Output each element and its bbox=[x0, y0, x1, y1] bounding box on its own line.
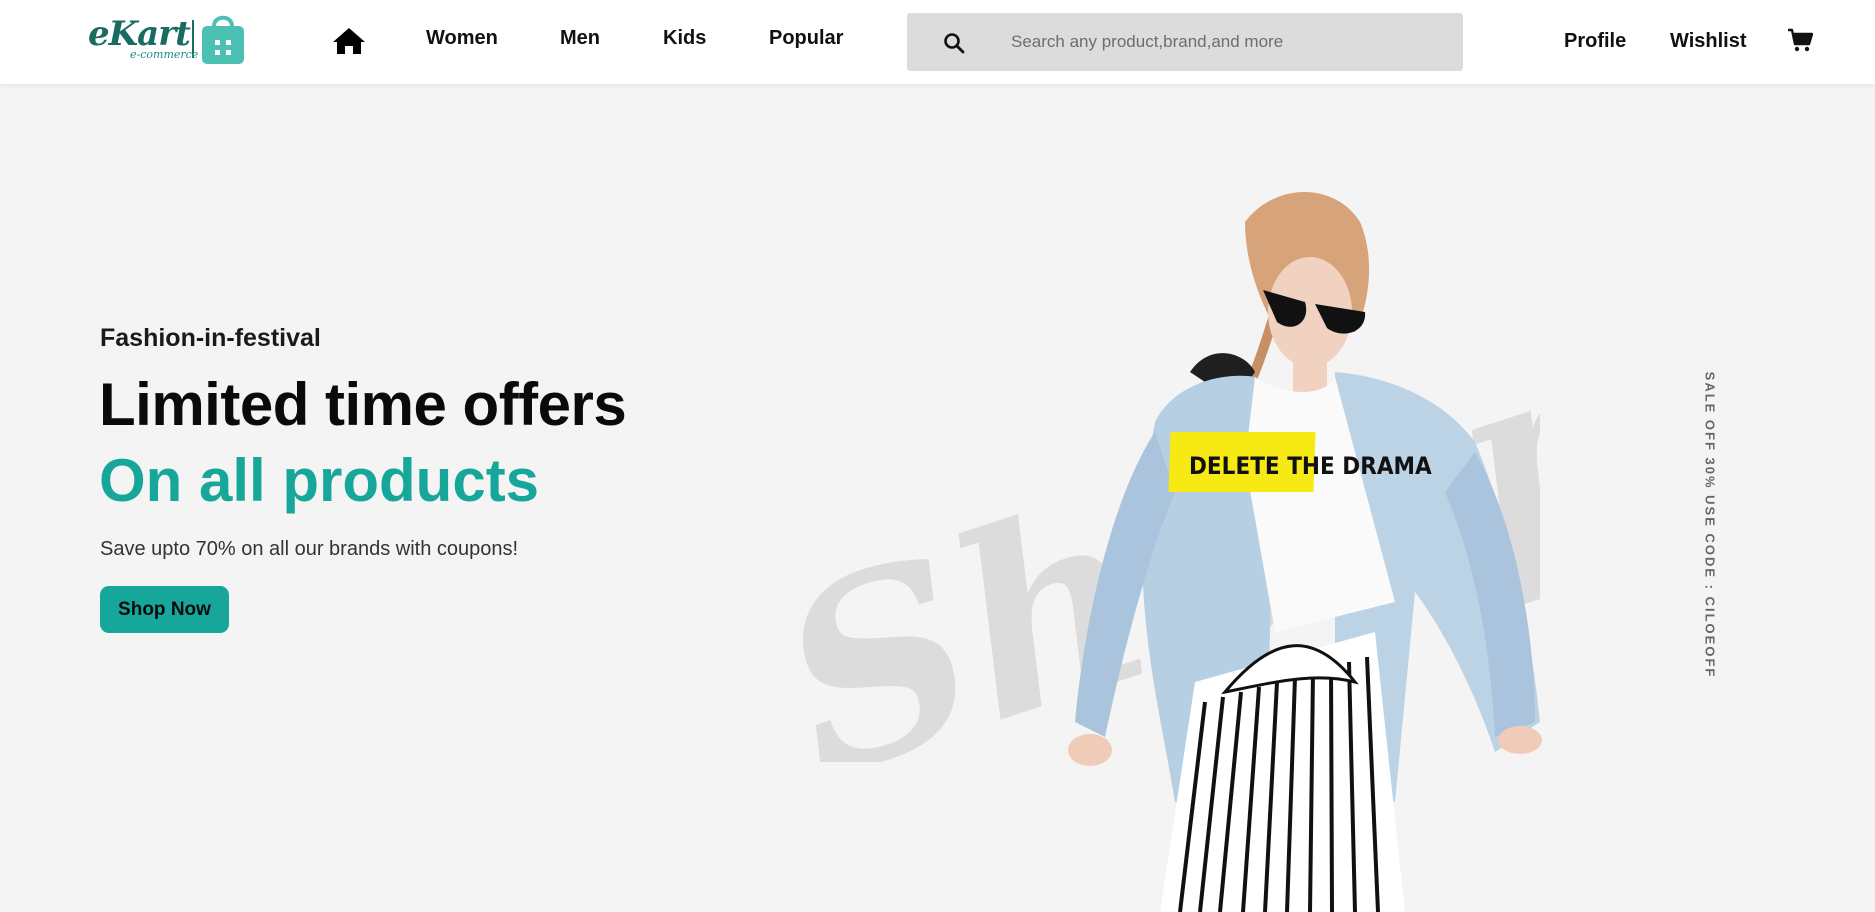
hero-headline: Limited time offers bbox=[99, 371, 627, 438]
top-navbar: eKart e-commerce Women Men Kids Popular … bbox=[0, 0, 1875, 84]
profile-link[interactable]: Profile bbox=[1564, 30, 1626, 53]
hero-headline-accent: On all products bbox=[99, 447, 540, 514]
hero-banner: Fashion-in-festival Limited time offers … bbox=[0, 84, 1875, 912]
cart-icon[interactable] bbox=[1787, 28, 1813, 52]
wishlist-link[interactable]: Wishlist bbox=[1670, 30, 1747, 53]
nav-link-men[interactable]: Men bbox=[560, 27, 600, 50]
shop-now-button[interactable]: Shop Now bbox=[100, 586, 229, 633]
promo-code-text: SALE OFF 30% USE CODE : CILOEOFF bbox=[1702, 371, 1718, 679]
hero-subtext: Save upto 70% on all our brands with cou… bbox=[100, 538, 519, 560]
brand-logo[interactable]: eKart e-commerce bbox=[88, 12, 248, 66]
search-bar[interactable] bbox=[907, 13, 1463, 71]
fashion-model-image: DELETE THE DRAMA bbox=[1068, 192, 1542, 912]
nav-link-women[interactable]: Women bbox=[426, 27, 498, 50]
promo-code-label: SALE OFF 30% USE CODE : CILOEOFF bbox=[1702, 365, 1718, 685]
search-icon[interactable] bbox=[943, 32, 965, 54]
nav-link-kids[interactable]: Kids bbox=[663, 27, 706, 50]
svg-text:DELETE THE DRAMA: DELETE THE DRAMA bbox=[1189, 452, 1432, 480]
shopping-bag-icon bbox=[202, 15, 244, 64]
hero-tagline: Fashion-in-festival bbox=[100, 324, 321, 352]
nav-link-popular[interactable]: Popular bbox=[769, 27, 843, 50]
home-icon[interactable] bbox=[332, 26, 366, 56]
logo-tagline: e-commerce bbox=[130, 48, 199, 61]
search-input[interactable] bbox=[1011, 28, 1441, 56]
